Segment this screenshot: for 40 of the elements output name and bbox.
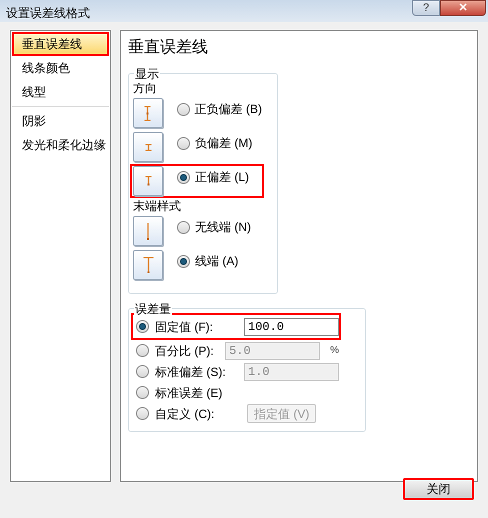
option-label: 线端 (A) [195,253,238,270]
option-label: 正偏差 (L) [195,169,249,186]
error-bar-button[interactable] [133,98,163,128]
radio-button[interactable] [176,102,190,116]
sidebar-item[interactable]: 阴影 [12,109,109,133]
option-label: 无线端 (N) [195,219,251,236]
sidebar-item[interactable]: 垂直误差线 [12,32,109,56]
error-bar-icon [142,256,154,274]
sidebar-item[interactable]: 发光和柔化边缘 [12,133,109,157]
option-label: 标准偏差 (S): [155,364,227,380]
group-legend: 误差量 [134,300,172,318]
section-label: 末端样式 [133,198,182,214]
option-label: 固定值 (F): [155,318,214,336]
radio-button[interactable] [136,386,149,399]
sidebar-item[interactable]: 线型 [12,80,109,104]
unit-label: % [330,344,339,358]
error-bar-icon [144,106,152,120]
radio-button[interactable] [177,254,190,268]
option-label: 负偏差 (M) [195,135,252,152]
error-bar-button[interactable] [133,166,163,196]
help-button[interactable]: ? [412,0,440,16]
panel-heading: 垂直误差线 [128,38,209,58]
option-label: 百分比 (P): [155,342,215,360]
error-bar-icon [144,176,152,186]
option-label: 正负偏差 (B) [194,101,262,118]
error-bar-button[interactable] [133,132,163,162]
error-bar-icon [144,144,152,150]
radio-button[interactable] [177,136,190,150]
radio-button[interactable] [136,320,149,333]
radio-button[interactable] [177,170,190,184]
dialog-close-button[interactable]: 关闭 [403,478,474,500]
error-bar-button[interactable] [133,216,163,246]
error-bar-button[interactable] [133,250,163,280]
radio-button[interactable] [177,220,190,234]
option-label: 自定义 (C): [155,406,216,422]
input-field[interactable]: 100.0 [244,318,339,336]
window-title: 设置误差线格式 [6,5,90,22]
section-label: 方向 [133,80,158,96]
sidebar-item[interactable]: 线条颜色 [12,56,109,80]
option-label: 标准误差 (E) [155,384,224,402]
